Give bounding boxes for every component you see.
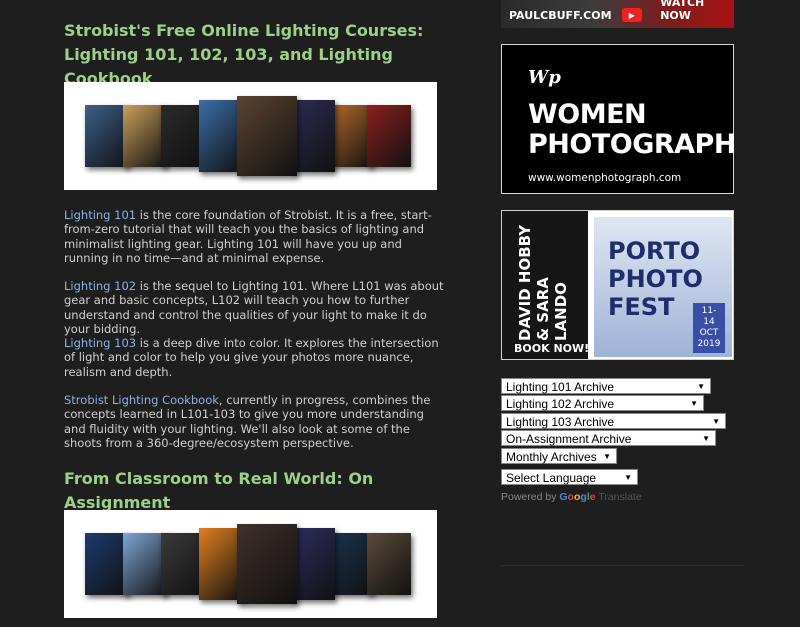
monthly-archives-select[interactable]: Monthly Archives ▼ bbox=[501, 448, 617, 464]
women-photograph-url: www.womenphotograph.com bbox=[528, 172, 682, 184]
photo-thumbnail bbox=[290, 100, 335, 172]
porto-instructors: DAVID HOBBY & SARA LANDO bbox=[516, 224, 570, 341]
select-label: Monthly Archives bbox=[506, 450, 597, 464]
on-assignment-archive-select[interactable]: On-Assignment Archive ▼ bbox=[501, 430, 716, 446]
photo-thumbnail bbox=[236, 524, 297, 604]
lighting-102-paragraph: Lighting 102 is the sequel to Lighting 1… bbox=[64, 279, 449, 337]
translate-link[interactable]: Translate bbox=[598, 491, 641, 503]
cookbook-link[interactable]: Strobist Lighting Cookbook bbox=[64, 393, 219, 407]
women-photograph-title: WOMEN PHOTOGRAPH bbox=[528, 99, 736, 160]
lighting-101-link[interactable]: Lighting 101 bbox=[64, 208, 136, 222]
chevron-down-icon: ▼ bbox=[690, 399, 698, 408]
photo-thumbnail bbox=[236, 96, 297, 176]
courses-heading: Strobist's Free Online Lighting Courses:… bbox=[64, 21, 424, 88]
sidebar-divider bbox=[501, 565, 744, 566]
paulcbuff-ad[interactable]: PAULCBUFF.COM ▶ WATCH NOW bbox=[501, 0, 734, 28]
women-photograph-logo: Wp bbox=[528, 67, 561, 88]
select-label: Select Language bbox=[506, 471, 597, 485]
google-logo[interactable]: Google bbox=[559, 491, 595, 503]
play-icon: ▶ bbox=[621, 8, 643, 22]
select-label: Lighting 103 Archive bbox=[506, 415, 615, 429]
chevron-down-icon: ▼ bbox=[702, 434, 710, 443]
porto-photo-fest-ad[interactable]: DAVID HOBBY & SARA LANDO BOOK NOW! PORTO… bbox=[501, 210, 734, 360]
assignment-heading: From Classroom to Real World: On Assignm… bbox=[64, 469, 374, 512]
courses-photo-strip bbox=[84, 96, 411, 176]
courses-banner-image[interactable] bbox=[64, 82, 437, 190]
chevron-down-icon: ▼ bbox=[603, 452, 611, 461]
lighting-102-link[interactable]: Lighting 102 bbox=[64, 279, 136, 293]
chevron-down-icon: ▼ bbox=[697, 382, 705, 391]
photo-thumbnail bbox=[366, 533, 411, 595]
lighting-102-archive-select[interactable]: Lighting 102 Archive ▼ bbox=[501, 395, 704, 411]
assignment-photo-strip bbox=[84, 524, 411, 604]
select-label: Lighting 101 Archive bbox=[506, 380, 615, 394]
cookbook-paragraph: Strobist Lighting Cookbook, currently in… bbox=[64, 393, 449, 451]
powered-by-label: Powered by bbox=[501, 491, 557, 503]
porto-dates: 11-14 OCT 2019 bbox=[693, 303, 725, 353]
lighting-101-archive-select[interactable]: Lighting 101 Archive ▼ bbox=[501, 378, 711, 394]
chevron-down-icon: ▼ bbox=[624, 473, 632, 482]
paulcbuff-ad-cta: WATCH NOW bbox=[660, 0, 705, 22]
language-select[interactable]: Select Language ▼ bbox=[501, 469, 638, 485]
photo-thumbnail bbox=[290, 528, 335, 600]
google-translate-attribution: Powered by Google Translate bbox=[501, 491, 642, 503]
lighting-101-paragraph: Lighting 101 is the core foundation of S… bbox=[64, 208, 449, 266]
assignment-banner-image[interactable] bbox=[64, 510, 437, 618]
porto-book-now: BOOK NOW! bbox=[514, 342, 590, 355]
lighting-103-archive-select[interactable]: Lighting 103 Archive ▼ bbox=[501, 413, 726, 429]
select-label: Lighting 102 Archive bbox=[506, 397, 615, 411]
chevron-down-icon: ▼ bbox=[712, 417, 720, 426]
select-label: On-Assignment Archive bbox=[506, 432, 632, 446]
paulcbuff-ad-text: PAULCBUFF.COM bbox=[509, 9, 612, 22]
photo-thumbnail bbox=[366, 105, 411, 167]
lighting-103-paragraph: Lighting 103 is a deep dive into color. … bbox=[64, 336, 449, 379]
women-photograph-ad[interactable]: Wp WOMEN PHOTOGRAPH www.womenphotograph.… bbox=[501, 44, 736, 194]
lighting-103-link[interactable]: Lighting 103 bbox=[64, 336, 136, 350]
